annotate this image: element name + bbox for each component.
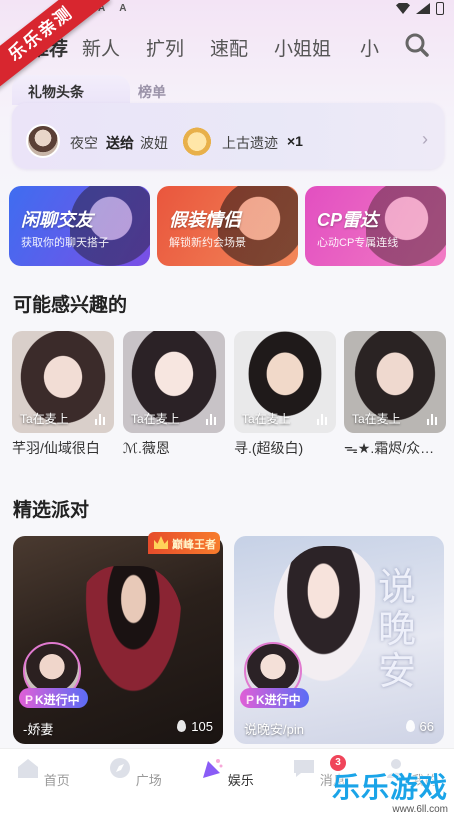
- pk-status-text: K进行中: [256, 693, 301, 707]
- gift-headline-banner[interactable]: 夜空 送给 波妞 上古遗迹 ×1 ›: [12, 103, 444, 169]
- pk-status-badge: P K进行中: [240, 688, 309, 708]
- gift-name: 上古遗迹: [222, 135, 278, 151]
- feature-subtitle: 心动CP专属连线: [317, 237, 399, 249]
- gift-action: 送给: [106, 135, 134, 151]
- status-icons: [396, 2, 444, 15]
- chevron-right-icon: ›: [422, 129, 428, 149]
- message-icon: [294, 760, 315, 777]
- heat-count-value: 66: [419, 719, 434, 734]
- gift-icon: [182, 124, 212, 156]
- sender-name: 夜空: [70, 135, 98, 151]
- tab-newcomer[interactable]: 新人: [82, 34, 120, 61]
- nav-label: 广场: [135, 773, 162, 788]
- user-name[interactable]: 寻.(超级白): [234, 438, 338, 458]
- heat-count-value: 105: [191, 719, 213, 734]
- compass-icon: [110, 758, 131, 778]
- user-name[interactable]: ᯓ★.霜烬/众…: [344, 438, 448, 458]
- nav-home[interactable]: 首页: [13, 757, 73, 789]
- heat-count: 105: [177, 719, 213, 734]
- gift-count: ×1: [287, 133, 303, 149]
- tab-expand[interactable]: 扩列: [146, 34, 184, 61]
- on-mic-status: Ta在麦上: [242, 412, 291, 426]
- feature-subtitle: 解锁新约会场景: [169, 237, 246, 249]
- peak-king-badge: 巅峰王者: [148, 532, 220, 554]
- home-icon: [18, 759, 39, 778]
- user-name[interactable]: ℳ.薇恩: [123, 438, 227, 458]
- avatar: [26, 124, 60, 158]
- audio-bars-icon: [427, 414, 438, 425]
- user-card[interactable]: Ta在麦上: [12, 331, 114, 433]
- nav-label: 娱乐: [227, 773, 254, 788]
- feature-chat-card[interactable]: 闲聊交友 获取你的聊天搭子: [9, 186, 150, 266]
- battery-icon: [436, 2, 444, 15]
- feature-cp-radar-card[interactable]: CP雷达 心动CP专属连线: [305, 186, 446, 266]
- tab-gift-headline[interactable]: 礼物头条: [12, 75, 130, 105]
- feature-fake-couple-card[interactable]: 假装情侣 解锁新约会场景: [157, 186, 298, 266]
- party-card[interactable]: 说晚安 P K进行中 说晚安/pin 66: [234, 536, 444, 744]
- user-card[interactable]: Ta在麦上: [234, 331, 336, 433]
- receiver-name: 波妞: [140, 135, 168, 151]
- watermark-brand: 乐乐游戏: [331, 772, 448, 803]
- tab-quick-match[interactable]: 速配: [210, 34, 248, 61]
- flame-icon: [405, 720, 415, 732]
- pk-status-text: K进行中: [35, 693, 80, 707]
- signal-icon: [416, 3, 430, 14]
- party-name: -娇妻: [23, 722, 54, 737]
- audio-bars-icon: [95, 414, 106, 425]
- feature-title: CP雷达: [317, 210, 379, 230]
- heat-count: 66: [405, 719, 434, 734]
- headline-tabs: 礼物头条 榜单: [12, 75, 212, 105]
- party-icon: [203, 759, 223, 778]
- user-name[interactable]: 芊羽/仙域很白: [12, 438, 116, 458]
- user-card[interactable]: Ta在麦上: [344, 331, 446, 433]
- feature-title: 假装情侣: [169, 210, 241, 230]
- tab-girls[interactable]: 小姐姐: [274, 34, 331, 61]
- interest-section-title: 可能感兴趣的: [13, 295, 128, 316]
- site-watermark: 乐乐游戏 www.6ll.com: [332, 766, 448, 813]
- party-section-title: 精选派对: [13, 500, 90, 521]
- audio-bars-icon: [206, 414, 217, 425]
- on-mic-status: Ta在麦上: [131, 412, 180, 426]
- tab-ranking[interactable]: 榜单: [138, 82, 166, 102]
- nav-entertainment[interactable]: 娱乐: [197, 757, 257, 789]
- on-mic-status: Ta在麦上: [352, 412, 401, 426]
- wifi-icon: [396, 3, 410, 14]
- pk-status-badge: P K进行中: [19, 688, 88, 708]
- audio-bars-icon: [317, 414, 328, 425]
- flame-icon: [177, 720, 187, 732]
- user-card[interactable]: Ta在麦上: [123, 331, 225, 433]
- cover-art-text: 说晚安: [378, 565, 417, 693]
- party-figure: [73, 566, 183, 716]
- party-name: 说晚安/pin: [244, 722, 304, 737]
- nav-label: 首页: [43, 773, 70, 788]
- feature-title: 闲聊交友: [21, 210, 93, 230]
- on-mic-status: Ta在麦上: [20, 412, 69, 426]
- search-icon[interactable]: [404, 32, 430, 58]
- party-card[interactable]: P K进行中 -娇妻 105: [13, 536, 223, 744]
- tab-more[interactable]: 小: [360, 34, 382, 61]
- feature-subtitle: 获取你的聊天搭子: [21, 237, 109, 249]
- nav-square[interactable]: 广场: [105, 757, 165, 789]
